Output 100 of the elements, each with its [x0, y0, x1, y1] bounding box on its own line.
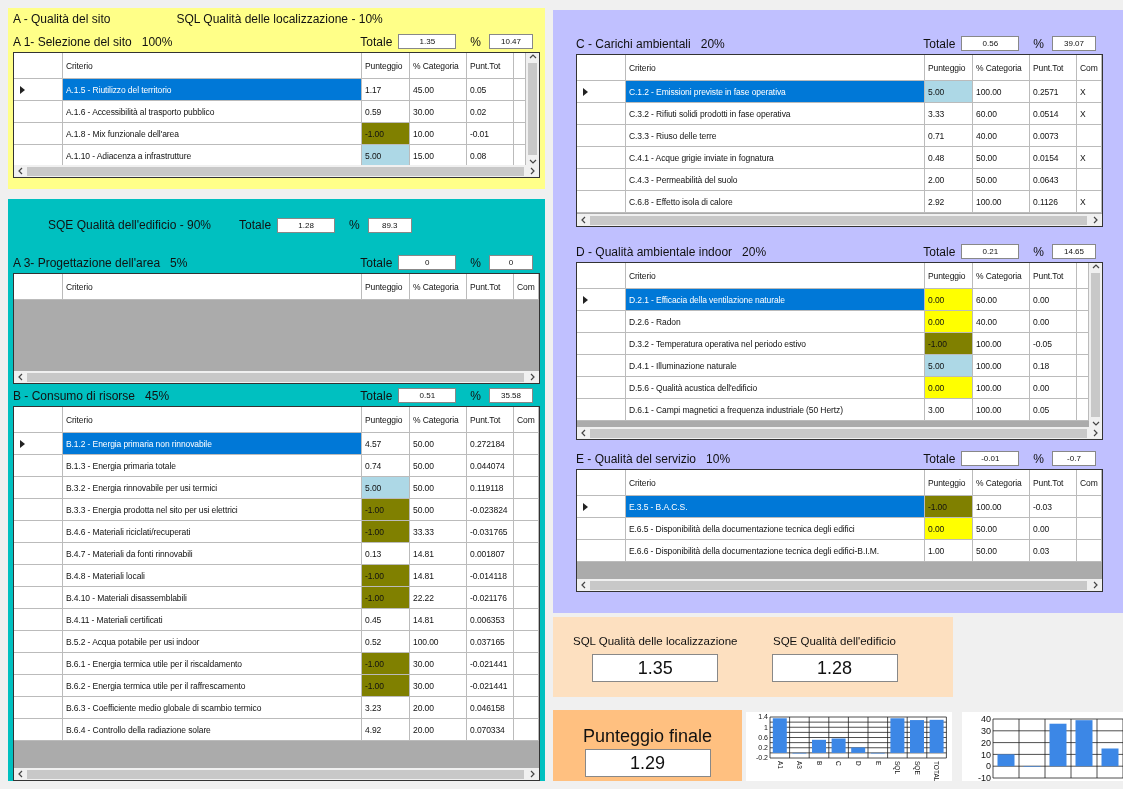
value-field[interactable]: -0.01 [961, 451, 1020, 466]
table-cell[interactable]: C.4.1 - Acque grigie inviate in fognatura [626, 147, 925, 169]
chevron-left-icon[interactable] [580, 216, 588, 224]
column-header[interactable]: Com [514, 274, 539, 300]
row-header[interactable] [14, 455, 63, 477]
column-header[interactable]: % Categoria [410, 53, 467, 79]
row-header[interactable] [14, 653, 63, 675]
chevron-left-icon[interactable] [17, 167, 25, 175]
table-cell[interactable]: A.1.8 - Mix funzionale dell'area [63, 123, 362, 145]
row-header[interactable] [14, 631, 63, 653]
horizontal-scrollbar[interactable] [14, 371, 539, 383]
table-cell[interactable]: A.1.5 - Riutilizzo del territorio [63, 79, 362, 101]
row-header[interactable] [14, 499, 63, 521]
value-field[interactable]: 35.58 [489, 388, 533, 403]
horizontal-scrollbar[interactable] [577, 427, 1102, 439]
row-header[interactable] [14, 477, 63, 499]
chevron-left-icon[interactable] [17, 770, 25, 778]
row-header[interactable] [14, 609, 63, 631]
row-header[interactable] [577, 147, 626, 169]
column-header[interactable]: % Categoria [973, 55, 1030, 81]
table-cell[interactable]: B.4.8 - Materiali locali [63, 565, 362, 587]
row-header[interactable] [14, 675, 63, 697]
chevron-right-icon[interactable] [1091, 216, 1099, 224]
column-header[interactable]: Punteggio [362, 274, 410, 300]
table-cell[interactable]: B.4.7 - Materiali da fonti rinnovabili [63, 543, 362, 565]
column-header[interactable]: Punteggio [362, 53, 410, 79]
horizontal-scrollbar[interactable] [577, 214, 1102, 226]
column-header[interactable]: % Categoria [973, 470, 1030, 496]
chevron-left-icon[interactable] [17, 373, 25, 381]
row-header[interactable] [577, 311, 626, 333]
table-cell[interactable]: B.6.2 - Energia termica utile per il raffrescamento [63, 675, 362, 697]
chevron-down-icon[interactable] [528, 157, 537, 165]
table-cell[interactable]: B.1.3 - Energia primaria totale [63, 455, 362, 477]
value-field[interactable]: 1.35 [592, 654, 719, 682]
table-cell[interactable]: A.1.6 - Accessibilità al trasporto pubblico [63, 101, 362, 123]
table-cell[interactable]: C.3.3 - Riuso delle terre [626, 125, 925, 147]
table-cell[interactable]: B.6.1 - Energia termica utile per il riscaldamento [63, 653, 362, 675]
chevron-right-icon[interactable] [528, 167, 536, 175]
value-field[interactable]: 1.29 [584, 749, 711, 777]
table-cell[interactable]: C.1.2 - Emissioni previste in fase operativa [626, 81, 925, 103]
value-field[interactable]: 0.21 [961, 244, 1020, 259]
value-field[interactable]: 0 [489, 255, 533, 270]
chevron-up-icon[interactable] [1091, 263, 1100, 271]
table-cell[interactable]: D.2.1 - Efficacia della ventilazione naturale [626, 289, 925, 311]
chevron-right-icon[interactable] [528, 373, 536, 381]
column-header[interactable]: Criterio [63, 53, 362, 79]
table-cell[interactable]: B.4.6 - Materiali riciclati/recuperati [63, 521, 362, 543]
row-header[interactable] [577, 169, 626, 191]
table-cell[interactable]: B.4.11 - Materiali certificati [63, 609, 362, 631]
chevron-left-icon[interactable] [580, 581, 588, 589]
chevron-left-icon[interactable] [580, 429, 588, 437]
column-header[interactable]: % Categoria [410, 407, 467, 433]
table-cell[interactable]: D.3.2 - Temperatura operativa nel periodo estivo [626, 333, 925, 355]
column-header[interactable]: Criterio [626, 470, 925, 496]
table-cell[interactable]: B.3.2 - Energia rinnovabile per usi termici [63, 477, 362, 499]
column-header[interactable]: % Categoria [410, 274, 467, 300]
row-header[interactable] [14, 101, 63, 123]
vertical-scrollbar[interactable] [1089, 263, 1102, 427]
chevron-down-icon[interactable] [1091, 419, 1100, 427]
column-header[interactable]: % Categoria [973, 263, 1030, 289]
column-header[interactable]: Com [1077, 470, 1102, 496]
chevron-right-icon[interactable] [1091, 581, 1099, 589]
column-header[interactable]: Punteggio [925, 263, 973, 289]
table-cell[interactable]: C.3.2 - Rifiuti solidi prodotti in fase operativa [626, 103, 925, 125]
vertical-scrollbar[interactable] [526, 53, 539, 165]
table-cell[interactable]: D.4.1 - Illuminazione naturale [626, 355, 925, 377]
table-cell[interactable]: B.3.3 - Energia prodotta nel sito per usi elettrici [63, 499, 362, 521]
row-header[interactable] [577, 103, 626, 125]
row-header[interactable] [577, 518, 626, 540]
column-header[interactable]: Com [1077, 55, 1102, 81]
value-field[interactable]: 39.07 [1052, 36, 1096, 51]
column-header[interactable]: Punt.Tot [467, 53, 514, 79]
horizontal-scrollbar[interactable] [14, 165, 539, 177]
row-header[interactable] [14, 123, 63, 145]
table-cell[interactable]: E.3.5 - B.A.C.S. [626, 496, 925, 518]
value-field[interactable]: 1.28 [277, 217, 336, 233]
table-cell[interactable]: B.4.10 - Materiali disassemblabili [63, 587, 362, 609]
row-header[interactable] [14, 587, 63, 609]
row-header[interactable] [577, 355, 626, 377]
column-header[interactable]: Punt.Tot [467, 274, 514, 300]
row-header[interactable] [14, 565, 63, 587]
column-header[interactable]: Punteggio [925, 55, 973, 81]
table-cell[interactable]: B.6.3 - Coefficiente medio globale di scambio termico [63, 697, 362, 719]
column-header[interactable]: Punt.Tot [1030, 55, 1077, 81]
column-header[interactable]: Criterio [63, 274, 362, 300]
table-cell[interactable]: C.4.3 - Permeabilità del suolo [626, 169, 925, 191]
column-header[interactable]: Punt.Tot [467, 407, 514, 433]
horizontal-scrollbar[interactable] [14, 768, 539, 780]
column-header[interactable]: Criterio [63, 407, 362, 433]
row-header[interactable] [577, 377, 626, 399]
column-header[interactable]: Punteggio [362, 407, 410, 433]
table-cell[interactable]: D.5.6 - Qualità acustica dell'edificio [626, 377, 925, 399]
column-header[interactable]: Criterio [626, 55, 925, 81]
value-field[interactable]: 10.47 [489, 34, 533, 49]
row-header[interactable] [14, 697, 63, 719]
chevron-up-icon[interactable] [528, 53, 537, 61]
table-cell[interactable]: B.1.2 - Energia primaria non rinnovabile [63, 433, 362, 455]
value-field[interactable]: 0.51 [398, 388, 457, 403]
column-header[interactable]: Punteggio [925, 470, 973, 496]
value-field[interactable]: 89.3 [367, 217, 412, 233]
